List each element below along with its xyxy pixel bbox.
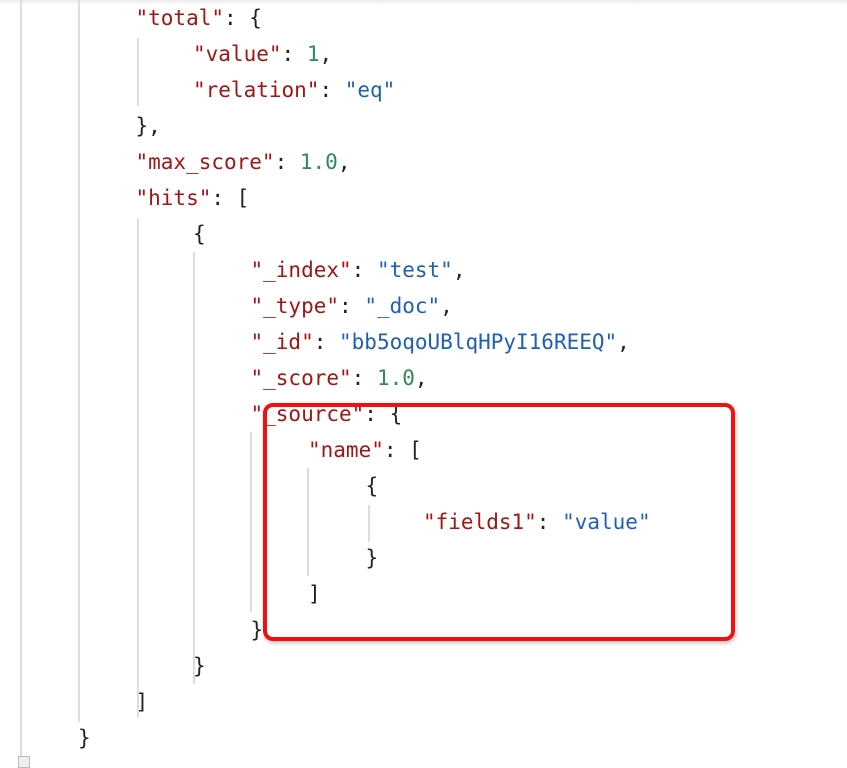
json-number: 1 [306,42,320,66]
json-line: "_score": 1.0, [251,360,428,396]
json-key: "relation" [193,78,320,102]
json-line: "_id": "bb5oqoUBlqHPyI16REEQ", [251,324,630,360]
json-punct: : [351,366,377,390]
json-key: "_index" [250,258,352,282]
json-punct: , [452,258,466,282]
json-key: "total" [135,6,225,30]
json-line: "max_score": 1.0, [136,144,351,180]
json-key: "value" [193,42,282,66]
json-punct: }, [135,114,161,138]
json-line: } [78,720,91,756]
json-string: "_doc" [364,294,441,318]
json-punct: , [617,330,630,354]
json-punct: : [281,42,307,66]
indent-guide [193,252,195,684]
json-punct: : [319,78,345,102]
indent-guide [20,0,22,765]
json-line: "_type": "_doc", [251,288,453,324]
json-line: "relation": "eq" [193,72,395,108]
json-line: }, [136,108,161,144]
json-punct: : [ [211,186,250,210]
json-key: "max_score" [135,150,275,174]
json-punct: : [274,150,300,174]
json-punct: : [339,294,365,318]
source-highlight-box [263,403,735,641]
json-line: } [251,612,264,648]
json-punct: : [351,258,377,282]
indent-guide [78,0,80,722]
json-punct: : { [224,6,262,30]
json-key: "hits" [135,186,212,210]
indent-guide [250,432,252,612]
collapse-toggle[interactable] [18,756,30,768]
json-string: "eq" [344,78,396,102]
top-edge-shadow [0,0,847,6]
json-punct: { [193,222,206,246]
json-key: "_id" [250,330,314,354]
indent-guide [137,218,139,718]
json-punct: , [440,294,453,318]
json-punct: , [414,366,428,390]
json-line: { [193,216,206,252]
json-line: "hits": [ [136,180,250,216]
json-line: "_index": "test", [251,252,466,288]
json-number: 1.0 [376,366,415,390]
json-punct: } [78,726,91,750]
json-punct: , [337,150,351,174]
json-key: "_type" [250,294,340,318]
json-punct: } [250,618,264,642]
json-string: "test" [376,258,453,282]
json-number: 1.0 [299,150,338,174]
json-line: "value": 1, [193,36,332,72]
json-string: "bb5oqoUBlqHPyI16REEQ" [339,330,618,354]
json-punct: , [319,42,333,66]
json-key: "_score" [250,366,352,390]
indent-guide [137,38,139,106]
json-punct: : [313,330,340,354]
json-line: "total": { [136,0,262,36]
